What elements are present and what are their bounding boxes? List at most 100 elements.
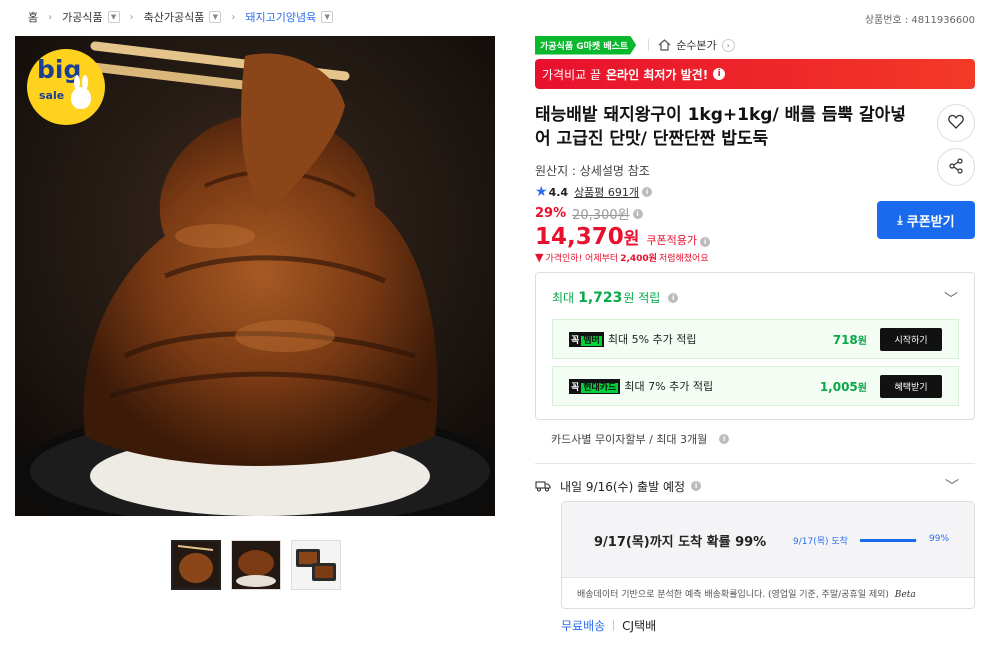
promo-description: 최대 7% 추가 적립: [624, 380, 714, 393]
info-icon[interactable]: i: [691, 481, 702, 491]
price-drop-notice: ▼ 가격인하! 어제부터 2,400원 저렴해졌어요: [535, 251, 975, 264]
beta-label: Beta: [894, 590, 916, 600]
info-icon[interactable]: i: [700, 237, 711, 247]
rating-score: 4.4: [548, 185, 569, 199]
free-shipping-label: 무료배송: [561, 619, 606, 633]
hyundai-card-logo: 꼭 현대카드: [569, 378, 621, 394]
chevron-down-icon[interactable]: ﹀: [945, 476, 959, 496]
chevron-right-icon: ›: [129, 11, 134, 23]
breadcrumb-home[interactable]: 홈 ›: [28, 9, 62, 25]
delivery-probability-box: 9/17(목)까지 도착 확률 99% 9/17(목) 도착 99% 배송데이터…: [561, 501, 975, 609]
probability-note: 배송데이터 기반으로 분석한 예측 배송확률입니다. (영업일 기준, 주말/공…: [577, 587, 916, 600]
sale-price: 14,370원: [535, 224, 639, 250]
promo-description: 최대 5% 추가 적립: [607, 333, 697, 346]
thumbnail-1[interactable]: [171, 540, 221, 590]
chevron-down-icon[interactable]: ▼: [107, 11, 120, 23]
chevron-down-icon[interactable]: ▼: [321, 11, 334, 23]
big-sale-sale-text: sale: [39, 89, 65, 102]
truck-icon: [535, 480, 551, 492]
info-icon[interactable]: i: [719, 434, 730, 444]
share-button[interactable]: [937, 148, 975, 186]
probability-percent: 99%: [929, 534, 950, 544]
breadcrumb-category-3[interactable]: 돼지고기양념육 ▼: [245, 9, 334, 25]
points-amount: 1,723: [578, 289, 623, 306]
discount-rate: 29%: [535, 206, 567, 221]
points-header[interactable]: 최대 1,723 원 적립 i: [552, 289, 679, 306]
probability-bar: [860, 539, 917, 542]
breadcrumb-label[interactable]: 축산가공식품: [144, 9, 205, 25]
shipping-row[interactable]: 내일 9/16(수) 출발 예정 i ﹀: [535, 476, 975, 496]
promo-amount: 1,005원: [820, 379, 867, 394]
carrier-label: CJ택배: [622, 619, 657, 633]
logo-part-a: 꼭: [571, 335, 580, 346]
store-link[interactable]: 순수본가 ›: [658, 37, 735, 53]
star-icon: ★: [535, 184, 548, 200]
thumbnail-2[interactable]: [231, 540, 281, 590]
membership-promo: 꼭 멤버 최대 5% 추가 적립 718원 시작하기: [552, 319, 959, 359]
home-icon: [658, 39, 671, 51]
start-membership-button[interactable]: 시작하기: [880, 327, 942, 351]
installment-info: 카드사별 무이자할부 / 최대 3개월 i: [551, 431, 730, 447]
divider: [613, 620, 615, 631]
thumbnail-list: [171, 540, 341, 590]
chevron-down-icon[interactable]: ▼: [209, 11, 222, 23]
chevron-down-icon[interactable]: ﹀: [944, 289, 958, 309]
sale-price-unit: 원: [623, 229, 640, 249]
heart-icon: [948, 114, 964, 132]
free-shipping-row: 무료배송 CJ택배: [561, 617, 656, 634]
probability-bar-fill: [860, 539, 917, 542]
rating: ★ 4.4 상품평 691개 i: [535, 184, 975, 200]
breadcrumb-label[interactable]: 홈: [28, 9, 38, 25]
chevron-right-icon: ›: [48, 11, 53, 23]
card-promo: 꼭 현대카드 최대 7% 추가 적립 1,005원 혜택받기: [552, 366, 959, 406]
arrow-down-icon: ▼: [535, 251, 544, 264]
breadcrumb: 홈 › 가공식품 ▼ › 축산가공식품 ▼ › 돼지고기양념육 ▼: [28, 9, 334, 25]
probability-date: 9/17(목) 도착: [793, 537, 848, 547]
thumbnail-image: [173, 542, 219, 588]
info-icon[interactable]: i: [632, 208, 643, 219]
wishlist-button[interactable]: [937, 104, 975, 142]
promo-amount-value: 718: [832, 332, 858, 347]
store-name[interactable]: 순수본가: [676, 37, 716, 53]
price-banner-highlight: 온라인 최저가 발견!: [606, 67, 709, 82]
price-banner-prefix: 가격비교 끝: [542, 67, 602, 82]
thumbnail-3[interactable]: [291, 540, 341, 590]
big-sale-badge: big sale: [27, 49, 105, 125]
get-benefit-button[interactable]: 혜택받기: [880, 374, 942, 398]
price-comparison-banner[interactable]: 가격비교 끝 온라인 최저가 발견! i: [535, 59, 975, 89]
breadcrumb-label[interactable]: 돼지고기양념육: [245, 9, 316, 25]
breadcrumb-category-2[interactable]: 축산가공식품 ▼ ›: [144, 9, 246, 25]
installment-text: 카드사별 무이자할부 / 최대 3개월: [551, 433, 708, 446]
shipping-text: 내일 9/16(수) 출발 예정: [560, 479, 686, 494]
breadcrumb-label[interactable]: 가공식품: [62, 9, 102, 25]
promo-amount-unit: 원: [857, 382, 867, 394]
review-count-link[interactable]: 상품평 691개: [574, 184, 639, 200]
info-icon[interactable]: i: [668, 292, 679, 303]
logo-part-a: 꼭: [571, 382, 580, 393]
price-drop-suffix: 저렴해졌어요: [658, 254, 709, 264]
sale-price-number: 14,370: [535, 224, 624, 250]
product-info: 가공식품 G마켓 베스트 순수본가 › 가격비교 끝 온라인 최저가 발견! i…: [535, 35, 975, 633]
promo-amount-unit: 원: [857, 335, 867, 347]
promo-amount: 718원: [833, 332, 867, 347]
divider: [535, 463, 975, 464]
download-icon: ⤓: [897, 212, 903, 227]
badge-row: 가공식품 G마켓 베스트 순수본가 ›: [535, 35, 975, 55]
coupon-download-button[interactable]: ⤓ 쿠폰받기: [877, 201, 975, 239]
probability-main: 9/17(목)까지 도착 확률 99%: [594, 535, 767, 550]
chevron-right-icon: ›: [721, 38, 735, 52]
breadcrumb-category-1[interactable]: 가공식품 ▼ ›: [62, 9, 143, 25]
info-icon[interactable]: i: [642, 187, 653, 197]
points-suffix: 원 적립: [623, 291, 661, 305]
membership-logo: 꼭 멤버: [569, 331, 604, 347]
original-price: 20,300원: [572, 208, 630, 223]
points-prefix: 최대: [552, 291, 575, 305]
coupon-applied-label: 쿠폰적용가: [646, 234, 698, 247]
best-badge[interactable]: 가공식품 G마켓 베스트: [535, 35, 637, 55]
promo-amount-value: 1,005: [819, 379, 858, 394]
price-drop-amount: 2,400원: [620, 254, 657, 264]
product-title: 태능배밭 돼지왕구이 1kg+1kg/ 배를 듬뿍 갈아넣어 고급진 단맛/ 단…: [535, 105, 906, 149]
divider: [648, 39, 650, 51]
thumbnail-image: [292, 541, 340, 589]
info-icon[interactable]: i: [713, 68, 726, 80]
